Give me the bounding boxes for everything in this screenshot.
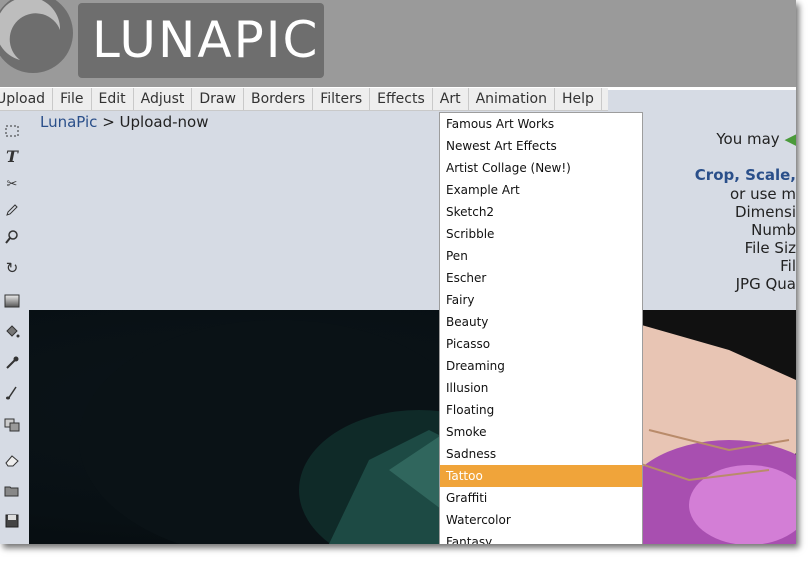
moon-logo-icon [0, 0, 73, 73]
file-size-label: File Siz [744, 239, 796, 257]
marquee-select-icon[interactable] [4, 123, 20, 139]
art-item-smoke[interactable]: Smoke [440, 421, 642, 443]
or-use-text: or use m [729, 185, 796, 203]
menu-adjust[interactable]: Adjust [134, 88, 193, 110]
breadcrumb-current: Upload-now [119, 113, 209, 131]
paint-bucket-icon[interactable] [4, 323, 20, 339]
breadcrumb-home-link[interactable]: LunaPic [40, 113, 97, 131]
art-item-illusion[interactable]: Illusion [440, 377, 642, 399]
breadcrumb-separator: > [97, 113, 120, 131]
file-label: Fil [780, 257, 796, 275]
art-item-scribble[interactable]: Scribble [440, 223, 642, 245]
save-icon[interactable] [4, 513, 20, 529]
art-item-fairy[interactable]: Fairy [440, 289, 642, 311]
menu-animation[interactable]: Animation [469, 88, 555, 110]
logo-text[interactable]: LUNAPIC [92, 12, 319, 68]
brush-icon[interactable] [4, 385, 20, 401]
open-folder-icon[interactable] [4, 483, 20, 499]
image-canvas[interactable] [29, 310, 796, 544]
text-icon[interactable]: T [4, 149, 20, 165]
crop-scale-link[interactable]: Crop, Scale, [695, 166, 796, 184]
art-item-picasso[interactable]: Picasso [440, 333, 642, 355]
menu-edit[interactable]: Edit [92, 88, 134, 110]
header-banner: LUNAPIC [0, 0, 796, 87]
art-item-dreaming[interactable]: Dreaming [440, 355, 642, 377]
main-menubar: Upload File Edit Adjust Draw Borders Fil… [0, 88, 608, 111]
menu-file[interactable]: File [53, 88, 92, 110]
eyedropper-icon[interactable] [4, 355, 20, 371]
art-dropdown-menu: Famous Art Works Newest Art Effects Arti… [439, 112, 643, 544]
you-may-text: You may ◀ [716, 130, 796, 148]
zoom-icon[interactable] [4, 229, 20, 245]
art-item-artist-collage[interactable]: Artist Collage (New!) [440, 157, 642, 179]
art-item-pen[interactable]: Pen [440, 245, 642, 267]
art-item-sadness[interactable]: Sadness [440, 443, 642, 465]
art-item-beauty[interactable]: Beauty [440, 311, 642, 333]
gradient-icon[interactable] [4, 293, 20, 309]
menu-draw[interactable]: Draw [192, 88, 244, 110]
menu-borders[interactable]: Borders [244, 88, 314, 110]
clone-icon[interactable] [4, 417, 20, 433]
left-toolbar: T ✂ ↻ [0, 115, 26, 544]
rotate-icon[interactable]: ↻ [4, 260, 20, 276]
jpg-quality-label: JPG Qua [735, 275, 796, 293]
art-item-graffiti[interactable]: Graffiti [440, 487, 642, 509]
menu-help[interactable]: Help [555, 88, 602, 110]
menu-art[interactable]: Art [433, 88, 469, 110]
art-item-tattoo[interactable]: Tattoo [440, 465, 642, 487]
dimension-label: Dimensi [734, 203, 796, 221]
breadcrumb: LunaPic > Upload-now [40, 113, 208, 131]
art-item-example-art[interactable]: Example Art [440, 179, 642, 201]
anime-image [79, 310, 796, 544]
scissors-icon[interactable]: ✂ [4, 177, 20, 193]
eraser-icon[interactable] [4, 452, 20, 468]
art-item-fantasy[interactable]: Fantasy [440, 531, 642, 544]
art-item-sketch2[interactable]: Sketch2 [440, 201, 642, 223]
menu-effects[interactable]: Effects [370, 88, 433, 110]
art-item-newest-art-effects[interactable]: Newest Art Effects [440, 135, 642, 157]
art-item-escher[interactable]: Escher [440, 267, 642, 289]
menu-upload[interactable]: Upload [0, 88, 54, 110]
art-item-famous-art-works[interactable]: Famous Art Works [440, 113, 642, 135]
menu-filters[interactable]: Filters [313, 88, 371, 110]
right-info-panel: You may ◀ Crop, Scale, or use m Dimensi … [640, 128, 796, 298]
art-item-watercolor[interactable]: Watercolor [440, 509, 642, 531]
number-label: Numb [751, 221, 796, 239]
arrow-left-icon: ◀ [784, 130, 796, 148]
app-window: LUNAPIC Upload File Edit Adjust Draw Bor… [0, 0, 796, 544]
art-item-floating[interactable]: Floating [440, 399, 642, 421]
pencil-icon[interactable] [4, 202, 20, 218]
